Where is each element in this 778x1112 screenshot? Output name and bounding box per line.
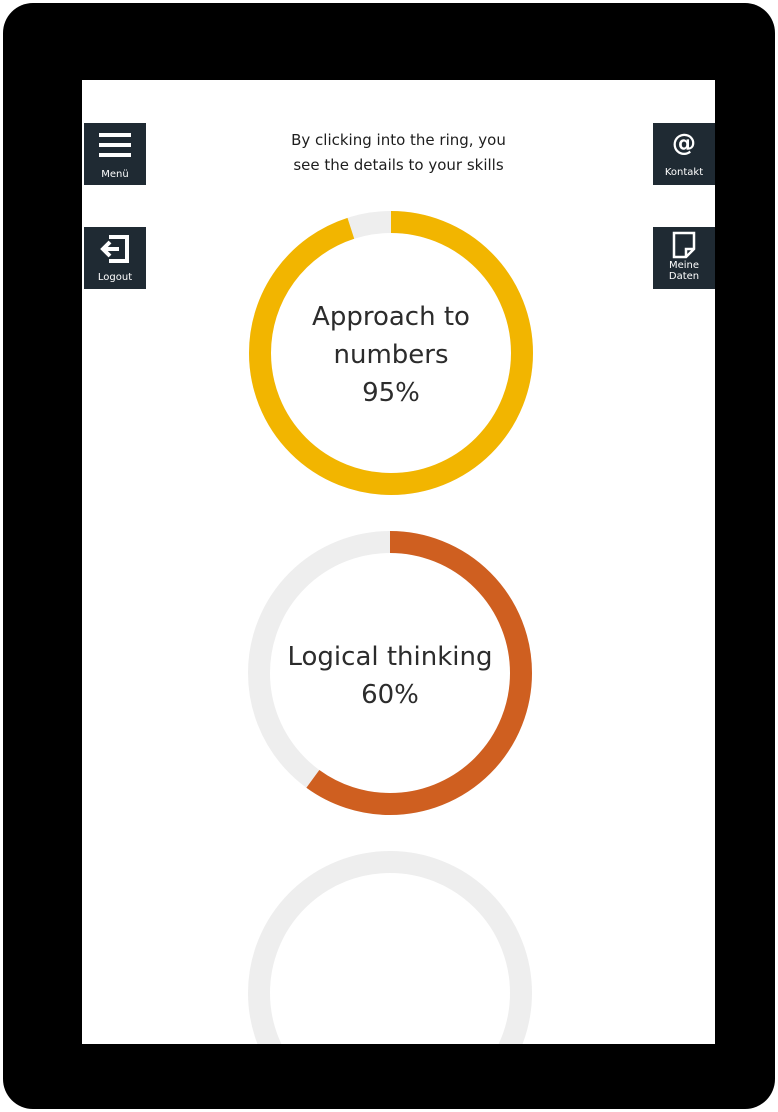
at-icon: @ <box>672 129 696 157</box>
logout-label: Logout <box>97 272 133 283</box>
intro-line-2: see the details to your skills <box>293 156 504 174</box>
logout-button[interactable]: Logout <box>84 227 146 289</box>
logout-icon <box>100 235 129 263</box>
my-data-label-line2: Daten <box>668 271 700 282</box>
skill-percent: 60% <box>361 680 419 710</box>
skill-ring-third[interactable] <box>245 848 535 1044</box>
menu-label: Menü <box>101 169 129 180</box>
contact-button[interactable]: @ Kontakt <box>653 123 715 185</box>
intro-line-1: By clicking into the ring, you <box>291 131 506 149</box>
skill-label: Approach to numbers 95% <box>246 298 536 412</box>
my-data-button[interactable]: Meine Daten <box>653 227 715 289</box>
skill-label: Logical thinking 60% <box>245 638 535 714</box>
contact-label: Kontakt <box>664 167 704 178</box>
skill-name-line2: numbers <box>333 340 449 370</box>
skill-ring-logical-thinking[interactable]: Logical thinking 60% <box>245 528 535 818</box>
document-icon <box>672 231 696 259</box>
skill-ring-approach-to-numbers[interactable]: Approach to numbers 95% <box>246 208 536 498</box>
skill-percent: 95% <box>362 378 420 408</box>
hamburger-icon <box>99 133 131 157</box>
my-data-label-line1: Meine <box>668 260 700 271</box>
ring-chart <box>248 851 532 1044</box>
skill-name-line1: Approach to <box>312 302 470 332</box>
skill-name-line1: Logical thinking <box>287 642 493 672</box>
app-screen: Menü Logout @ Kontakt Meine Daten By cli… <box>82 80 715 1044</box>
intro-text: By clicking into the ring, you see the d… <box>232 128 565 178</box>
ring-track <box>248 851 532 1044</box>
menu-button[interactable]: Menü <box>84 123 146 185</box>
